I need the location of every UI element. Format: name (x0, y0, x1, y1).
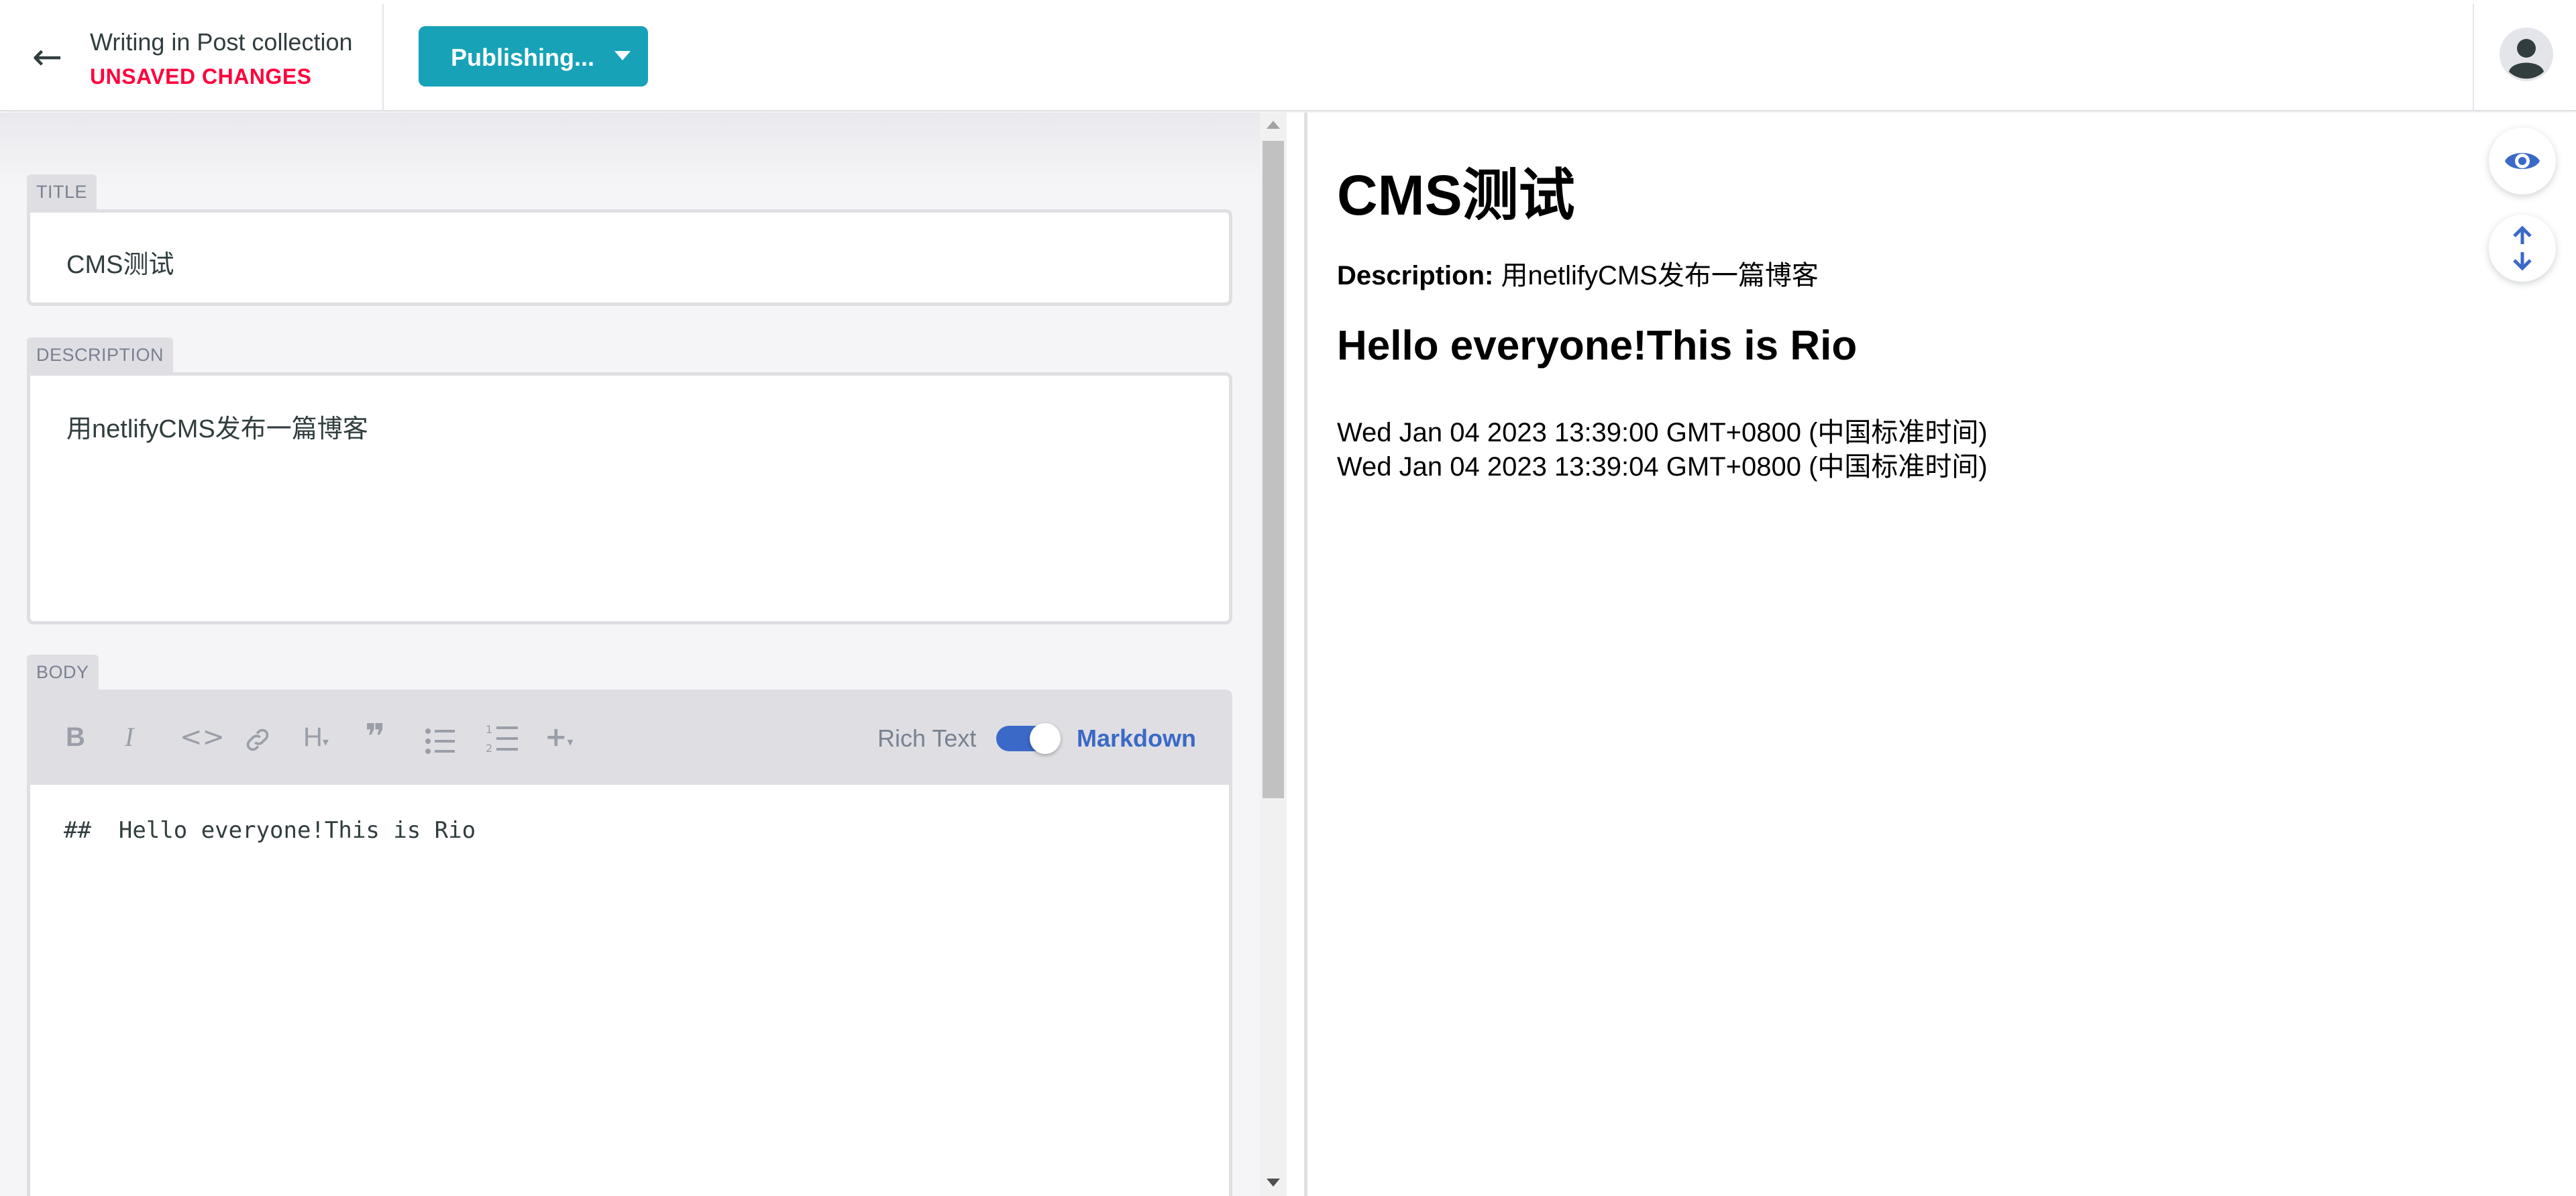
numbered-list-icon[interactable]: 1 2 (484, 720, 519, 757)
title-label: TITLE (27, 174, 97, 209)
back-button[interactable]: ← Writing in Post collection UNSAVED CHA… (0, 4, 384, 111)
title-value[interactable]: CMS测试 (66, 243, 174, 280)
link-icon[interactable] (243, 722, 272, 758)
add-component-icon[interactable]: +▾ (545, 719, 574, 755)
rich-text-label[interactable]: Rich Text (877, 724, 976, 753)
scroll-down-arrow[interactable] (1267, 1179, 1280, 1187)
preview-title: CMS测试 (1337, 164, 1575, 227)
body-editor-content[interactable]: ## Hello everyone!This is Rio (64, 817, 476, 844)
scroll-up-arrow[interactable] (1267, 121, 1280, 129)
preview-date-1: Wed Jan 04 2023 13:39:00 GMT+0800 (中国标准时… (1337, 418, 1988, 447)
user-avatar-icon[interactable] (2500, 28, 2553, 81)
scroll-thumb[interactable] (1263, 141, 1284, 798)
sync-scroll-icon[interactable] (2509, 225, 2536, 271)
preview-heading: Hello everyone!This is Rio (1337, 323, 1858, 369)
user-menu[interactable] (2473, 4, 2576, 111)
publish-dropdown-button[interactable]: Publishing... (419, 26, 648, 87)
heading-icon[interactable]: H▾ (303, 719, 329, 755)
eye-icon[interactable] (2504, 146, 2541, 176)
pane-gap (1287, 113, 1304, 1196)
preview-date-2: Wed Jan 04 2023 13:39:04 GMT+0800 (中国标准时… (1337, 452, 1988, 482)
preview-pane: CMS测试 Description: 用netlifyCMS发布一篇博客 Hel… (1307, 113, 2576, 1196)
sync-scroll-button[interactable] (2489, 215, 2556, 282)
svg-text:2: 2 (486, 742, 492, 755)
toggle-preview-button[interactable] (2489, 127, 2556, 195)
arrow-left-icon[interactable]: ← (32, 39, 62, 75)
preview-description-label: Description: (1337, 261, 1494, 290)
pane-shadow (0, 113, 1260, 186)
markdown-label[interactable]: Markdown (1077, 724, 1196, 753)
toggle-knob (1030, 723, 1061, 754)
bold-icon[interactable]: B (66, 719, 85, 755)
preview-description: Description: 用netlifyCMS发布一篇博客 (1337, 254, 1819, 292)
code-icon[interactable]: <> (180, 719, 225, 755)
description-label: DESCRIPTION (27, 337, 174, 372)
svg-text:1: 1 (486, 723, 492, 736)
preview-description-value: 用netlifyCMS发布一篇博客 (1501, 261, 1819, 290)
editor-pane: TITLE CMS测试 DESCRIPTION 用netlifyCMS发布一篇博… (0, 113, 1260, 1196)
bulleted-list-icon[interactable] (424, 723, 456, 759)
italic-icon[interactable]: I (125, 719, 133, 755)
markdown-toggle[interactable] (996, 723, 1061, 754)
unsaved-status: UNSAVED CHANGES (90, 64, 312, 89)
description-value[interactable]: 用netlifyCMS发布一篇博客 (66, 408, 368, 445)
body-label: BODY (27, 655, 99, 690)
collection-title: Writing in Post collection (90, 28, 353, 56)
markdown-toolbar: B I <> H▾ ❞ 1 2 +▾ Rich Text Markdown (27, 690, 1232, 785)
publish-label: Publishing... (451, 44, 594, 71)
editor-toolbar-header: ← Writing in Post collection UNSAVED CHA… (0, 0, 2576, 111)
caret-down-icon (614, 51, 631, 60)
editor-scrollbar[interactable] (1260, 113, 1287, 1196)
description-field[interactable]: 用netlifyCMS发布一篇博客 (27, 372, 1232, 624)
quote-icon[interactable]: ❞ (365, 719, 386, 755)
title-field[interactable]: CMS测试 (27, 209, 1232, 306)
body-editor[interactable]: ## Hello everyone!This is Rio (27, 785, 1232, 1196)
